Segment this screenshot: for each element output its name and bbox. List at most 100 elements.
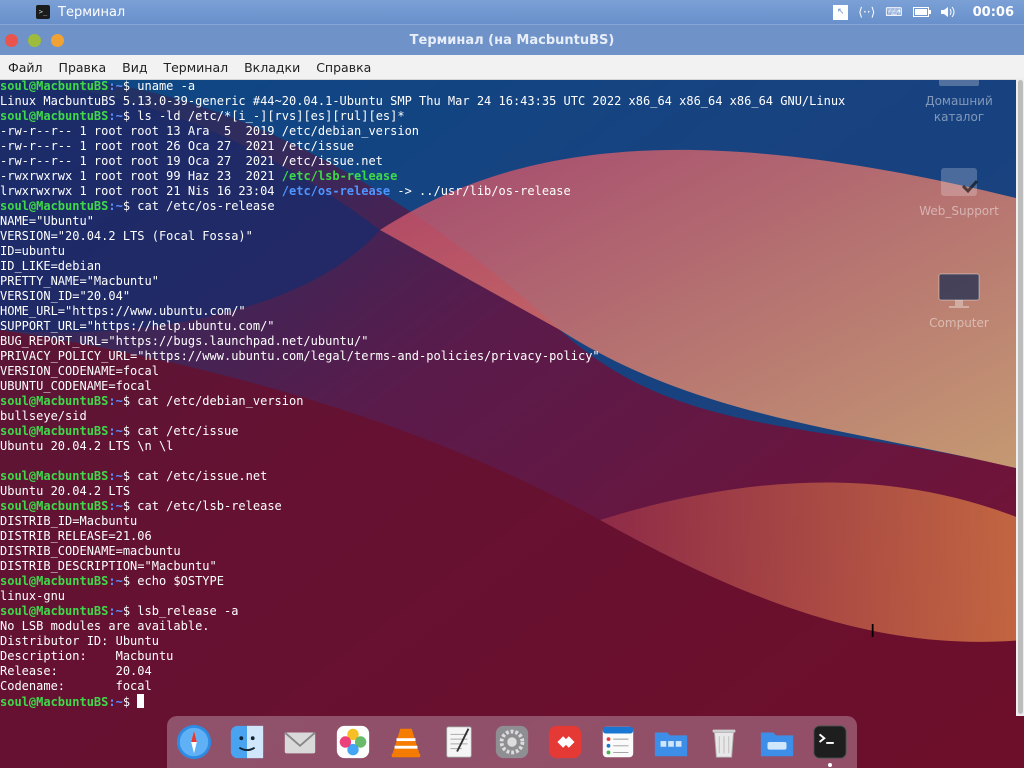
minimize-window-button[interactable] [28, 33, 41, 47]
menu-edit[interactable]: Правка [51, 60, 115, 75]
maximize-window-button[interactable] [51, 33, 64, 47]
menu-view[interactable]: Вид [114, 60, 155, 75]
terminal-cursor [137, 694, 145, 708]
output-text: VERSION="20.04.2 LTS (Focal Fossa)" [0, 229, 253, 243]
prompt-user: soul@MacbuntuBS [0, 499, 109, 513]
dock-app-folder[interactable] [648, 719, 694, 765]
anydesk-icon [548, 725, 582, 759]
window-title: Терминал (на MacbuntuBS) [409, 32, 615, 48]
output-text: -> ../usr/lib/os-release [390, 184, 571, 198]
dock-anydesk[interactable] [542, 719, 588, 765]
terminal-line: PRETTY_NAME="Macbuntu" [0, 274, 1016, 289]
text-cursor-icon: Ⅰ [870, 621, 876, 642]
prompt-symbol: $ [122, 199, 138, 213]
command-text: cat /etc/lsb-release [137, 499, 282, 513]
cursor-icon[interactable]: ↖ [833, 4, 849, 20]
prompt-symbol: $ [122, 79, 138, 93]
command-text: cat /etc/issue.net [137, 469, 268, 483]
terminal-line: bullseye/sid [0, 409, 1016, 424]
terminal-scrollbar[interactable] [1016, 78, 1024, 716]
dock-safari[interactable] [171, 719, 217, 765]
output-text: Codename: focal [0, 679, 152, 693]
prompt-symbol: $ [122, 424, 138, 438]
terminal-line: Release: 20.04 [0, 664, 1016, 679]
prompt-path: :~ [108, 199, 123, 213]
terminal-output[interactable]: soul@MacbuntuBS:~$ uname -a Linux Macbunt… [0, 78, 1016, 717]
keyboard-icon[interactable]: ⌨ [885, 5, 902, 19]
dock-tasks[interactable] [595, 719, 641, 765]
output-text: VERSION_ID="20.04" [0, 289, 131, 303]
output-text: -rwxrwxrwx 1 root root 99 Haz 23 2021 [0, 169, 282, 183]
terminal-line: Description: Macbuntu [0, 649, 1016, 664]
prompt-path: :~ [108, 469, 123, 483]
text-editor-icon [446, 726, 472, 758]
close-window-button[interactable] [5, 33, 18, 47]
terminal-line: SUPPORT_URL="https://help.ubuntu.com/" [0, 319, 1016, 334]
terminal-line: soul@MacbuntuBS:~$ echo $OSTYPE [0, 574, 1016, 589]
output-text: -rw-r--r-- 1 root root 26 Oca 27 2021 /e… [0, 139, 355, 153]
dock-folder[interactable] [754, 719, 800, 765]
terminal-line: soul@MacbuntuBS:~$ cat /etc/debian_versi… [0, 394, 1016, 409]
terminal-line: Linux MacbuntuBS 5.13.0-39-generic #44~2… [0, 94, 1016, 109]
dock-terminal[interactable] [807, 719, 853, 767]
menu-help[interactable]: Справка [308, 60, 379, 75]
dock-trash[interactable] [701, 719, 747, 765]
window-titlebar[interactable]: Терминал (на MacbuntuBS) [0, 24, 1024, 55]
clock[interactable]: 00:06 [973, 5, 1014, 20]
active-app-name[interactable]: Терминал [58, 5, 125, 20]
output-text: DISTRIB_CODENAME=macbuntu [0, 544, 181, 558]
prompt-symbol: $ [122, 574, 138, 588]
dock-photos[interactable] [330, 719, 376, 765]
dock [167, 716, 857, 768]
terminal-line: -rw-r--r-- 1 root root 13 Ara 5 2019 /et… [0, 124, 1016, 139]
output-text: PRETTY_NAME="Macbuntu" [0, 274, 159, 288]
dock-text-editor[interactable] [436, 719, 482, 765]
safari-icon [176, 724, 212, 760]
prompt-user: soul@MacbuntuBS [0, 394, 109, 408]
app-folder-icon [654, 732, 688, 757]
prompt-user: soul@MacbuntuBS [0, 109, 109, 123]
terminal-line: -rw-r--r-- 1 root root 26 Oca 27 2021 /e… [0, 139, 1016, 154]
finder-icon [230, 725, 264, 759]
terminal-line: Ubuntu 20.04.2 LTS [0, 484, 1016, 499]
output-text: PRIVACY_POLICY_URL="https://www.ubuntu.c… [0, 349, 600, 363]
menu-file[interactable]: Файл [0, 60, 51, 75]
menu-terminal[interactable]: Терминал [155, 60, 236, 75]
dock-finder[interactable] [224, 719, 270, 765]
dock-mail[interactable] [277, 719, 323, 765]
output-text: NAME="Ubuntu" [0, 214, 94, 228]
command-text: echo $OSTYPE [137, 574, 224, 588]
volume-icon[interactable] [940, 6, 955, 18]
terminal-app-icon: >_ [36, 5, 50, 19]
dock-vlc[interactable] [383, 719, 429, 765]
terminal-line: soul@MacbuntuBS:~$ cat /etc/issue.net [0, 469, 1016, 484]
scrollbar-thumb[interactable] [1018, 80, 1023, 714]
output-text: -rw-r--r-- 1 root root 19 Oca 27 2021 /e… [0, 154, 383, 168]
command-text: cat /etc/issue [137, 424, 239, 438]
menu-tabs[interactable]: Вкладки [236, 60, 308, 75]
prompt-user: soul@MacbuntuBS [0, 469, 109, 483]
network-icon[interactable]: ⟨··⟩ [858, 5, 875, 19]
terminal-line: Ubuntu 20.04.2 LTS \n \l [0, 439, 1016, 454]
highlighted-filename: /etc/os-release [281, 184, 391, 198]
output-text: VERSION_CODENAME=focal [0, 364, 159, 378]
terminal-line: PRIVACY_POLICY_URL="https://www.ubuntu.c… [0, 349, 1016, 364]
battery-icon[interactable] [912, 7, 931, 17]
terminal-line: soul@MacbuntuBS:~$ cat /etc/os-release [0, 199, 1016, 214]
output-text: ID_LIKE=debian [0, 259, 102, 273]
output-text: BUG_REPORT_URL="https://bugs.launchpad.n… [0, 334, 369, 348]
output-text: Description: Macbuntu [0, 649, 174, 663]
output-text: Distributor ID: Ubuntu [0, 634, 159, 648]
prompt-symbol: $ [122, 695, 138, 709]
terminal-line: DISTRIB_DESCRIPTION="Macbuntu" [0, 559, 1016, 574]
output-text: SUPPORT_URL="https://help.ubuntu.com/" [0, 319, 275, 333]
terminal-line: soul@MacbuntuBS:~$ [0, 694, 1016, 709]
prompt-user: soul@MacbuntuBS [0, 604, 109, 618]
prompt-path: :~ [108, 424, 123, 438]
output-text: Release: 20.04 [0, 664, 152, 678]
terminal-line: -rw-r--r-- 1 root root 19 Oca 27 2021 /e… [0, 154, 1016, 169]
dock-settings[interactable] [489, 719, 535, 765]
output-text: Ubuntu 20.04.2 LTS [0, 484, 131, 498]
terminal-line: DISTRIB_CODENAME=macbuntu [0, 544, 1016, 559]
